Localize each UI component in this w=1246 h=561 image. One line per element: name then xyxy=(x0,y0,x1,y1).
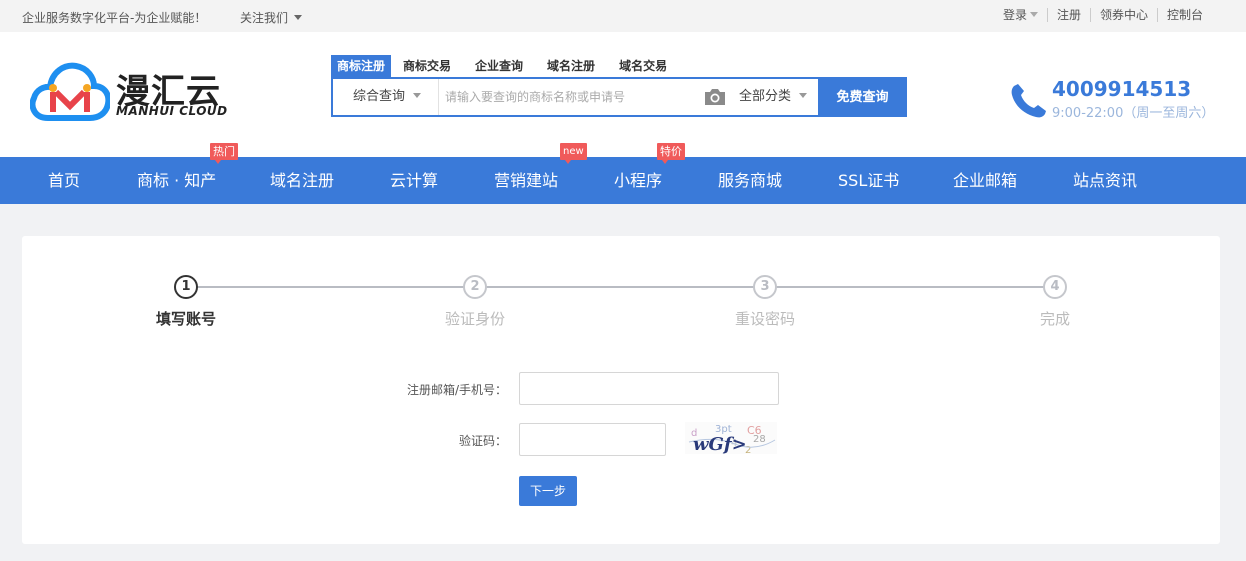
step-1-circle: 1 xyxy=(174,275,198,299)
captcha-input[interactable] xyxy=(519,423,666,456)
sale-badge: 特价 xyxy=(657,143,685,164)
search-panel: 商标注册 商标交易 企业查询 域名注册 域名交易 综合查询 全部分类 免费查询 xyxy=(331,55,907,117)
tab-trademark-register[interactable]: 商标注册 xyxy=(331,55,392,77)
login-label: 登录 xyxy=(1002,8,1027,22)
chevron-down-icon xyxy=(294,15,303,20)
follow-us-label: 关注我们 xyxy=(240,11,289,25)
nav-item-miniprogram[interactable]: 小程序 xyxy=(614,157,662,204)
nav-item-domain[interactable]: 域名注册 xyxy=(270,157,334,204)
nav-item-cloud[interactable]: 云计算 xyxy=(390,157,438,204)
nav-item-store[interactable]: 服务商城 xyxy=(718,157,782,204)
next-step-button[interactable]: 下一步 xyxy=(519,476,577,506)
nav-item-ssl[interactable]: SSL证书 xyxy=(838,157,899,204)
search-scope-label: 综合查询 xyxy=(353,89,406,104)
phone-icon xyxy=(1011,84,1046,118)
nav-item-email[interactable]: 企业邮箱 xyxy=(953,157,1017,204)
service-hours: 9:00-22:00（周一至周六） xyxy=(1052,106,1215,121)
step-3-label: 重设密码 xyxy=(734,310,795,328)
register-link[interactable]: 注册 xyxy=(1046,8,1090,22)
account-input[interactable] xyxy=(519,372,779,405)
search-box: 综合查询 全部分类 免费查询 xyxy=(331,77,907,117)
step-2-circle: 2 xyxy=(463,275,487,299)
top-links: 登录 注册 领券中心 控制台 xyxy=(994,8,1212,22)
main-nav: 首页 商标 · 知产 域名注册 云计算 营销建站 小程序 服务商城 SSL证书 … xyxy=(0,157,1246,204)
chevron-down-icon xyxy=(413,93,422,98)
site-logo[interactable]: 漫汇云 MANHUI CLOUD xyxy=(30,56,230,126)
reset-password-card: 1 2 3 4 填写账号 验证身份 重设密码 完成 注册邮箱/手机号： 验证码：… xyxy=(22,236,1220,544)
account-field-label: 注册邮箱/手机号： xyxy=(406,383,507,397)
tab-trademark-trade[interactable]: 商标交易 xyxy=(403,55,463,77)
search-tabs: 商标注册 商标交易 企业查询 域名注册 域名交易 xyxy=(331,55,907,77)
brand-subtitle: MANHUI CLOUD xyxy=(116,104,228,118)
nav-item-home[interactable]: 首页 xyxy=(48,157,80,204)
follow-us-menu[interactable]: 关注我们 xyxy=(240,9,303,26)
steps-progress-line xyxy=(197,286,1055,288)
tab-domain-register[interactable]: 域名注册 xyxy=(547,55,607,77)
step-3-circle: 3 xyxy=(753,275,777,299)
category-select[interactable]: 全部分类 xyxy=(739,79,808,115)
step-4-label: 完成 xyxy=(1039,310,1070,328)
search-input[interactable] xyxy=(445,85,695,109)
nav-item-news[interactable]: 站点资讯 xyxy=(1073,157,1137,204)
site-slogan: 企业服务数字化平台-为企业赋能！ xyxy=(22,11,207,25)
coupon-center-link[interactable]: 领券中心 xyxy=(1089,8,1157,22)
tab-company-query[interactable]: 企业查询 xyxy=(475,55,535,77)
camera-icon[interactable] xyxy=(703,87,727,107)
header: 漫汇云 MANHUI CLOUD 商标注册 商标交易 企业查询 域名注册 域名交… xyxy=(0,32,1246,157)
step-1-label: 填写账号 xyxy=(155,310,216,328)
cloud-logo-icon xyxy=(30,62,110,121)
svg-text:28: 28 xyxy=(753,434,766,445)
step-4-circle: 4 xyxy=(1043,275,1067,299)
phone-number: 4009914513 xyxy=(1052,77,1192,101)
step-2-label: 验证身份 xyxy=(444,310,505,328)
tab-domain-trade[interactable]: 域名交易 xyxy=(619,55,679,77)
chevron-down-icon xyxy=(799,93,808,98)
chevron-down-icon xyxy=(1029,12,1038,17)
top-bar: 企业服务数字化平台-为企业赋能！ 关注我们 登录 注册 领券中心 控制台 xyxy=(0,0,1246,32)
console-link[interactable]: 控制台 xyxy=(1156,8,1212,22)
captcha-field-label: 验证码： xyxy=(458,434,507,448)
category-label: 全部分类 xyxy=(739,89,792,104)
new-badge: new xyxy=(560,143,587,164)
search-scope-select[interactable]: 综合查询 xyxy=(333,79,439,115)
hot-badge: 热门 xyxy=(210,143,238,164)
captcha-image[interactable]: d 3pt C6 4 28 2 wGf> xyxy=(685,422,777,454)
free-search-button[interactable]: 免费查询 xyxy=(818,77,907,117)
nav-item-trademark[interactable]: 商标 · 知产 xyxy=(137,157,216,204)
nav-item-website[interactable]: 营销建站 xyxy=(494,157,558,204)
login-link[interactable]: 登录 xyxy=(994,8,1047,22)
captcha-text: wGf> xyxy=(693,434,747,454)
